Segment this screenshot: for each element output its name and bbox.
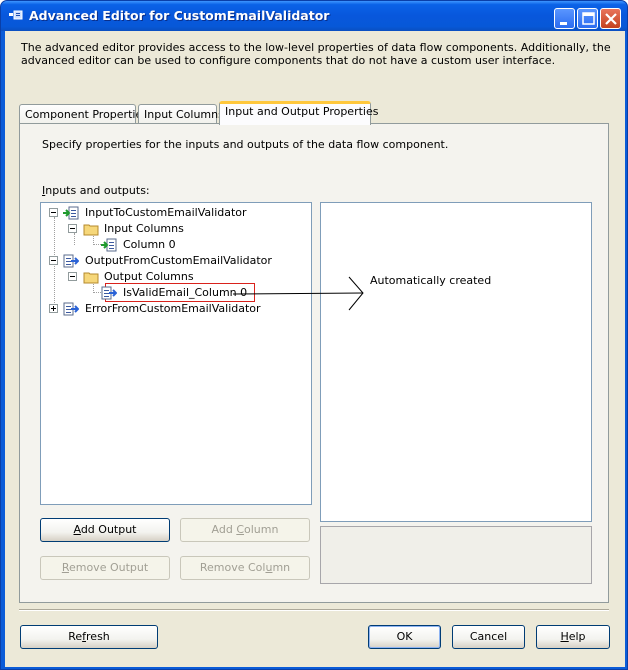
collapse-icon[interactable] (68, 272, 77, 281)
editor-description: The advanced editor provides access to t… (21, 41, 611, 67)
btn-text: resh (86, 630, 110, 643)
add-column-button[interactable]: Add Column (180, 518, 310, 542)
btn-text: Re (68, 630, 83, 643)
column-icon (101, 238, 117, 252)
remove-output-button[interactable]: Remove Output (40, 556, 170, 580)
add-output-button[interactable]: Add Output (40, 518, 170, 542)
cancel-button[interactable]: Cancel (452, 625, 525, 649)
tree-node-label: InputToCustomEmailValidator (85, 206, 247, 219)
close-icon (605, 13, 617, 25)
tree-node-label: OutputFromCustomEmailValidator (85, 254, 272, 267)
btn-text: dd Output (80, 523, 137, 536)
tree-node-label: Column 0 (123, 238, 176, 251)
tree-line (93, 244, 101, 245)
refresh-button[interactable]: Refresh (20, 625, 158, 649)
btn-text: elp (568, 630, 586, 643)
tab-input-output-properties[interactable]: Input and Output Properties (219, 101, 378, 125)
folder-icon (83, 224, 99, 236)
collapse-icon[interactable] (68, 224, 77, 233)
btn-text: emove Output (68, 561, 149, 574)
annotation-text: Automatically created (370, 274, 492, 287)
minimize-icon (560, 22, 567, 25)
inputs-outputs-tree[interactable]: InputToCustomEmailValidator Input Column… (40, 202, 312, 505)
btn-text: Remove Col (199, 561, 266, 574)
tree-node-error[interactable]: ErrorFromCustomEmailValidator (49, 301, 309, 317)
io-label-text: nputs and outputs: (45, 184, 150, 197)
btn-text: mn (272, 561, 291, 574)
minimize-button[interactable] (554, 8, 575, 29)
tree-node-column-0[interactable]: Column 0 (101, 237, 301, 253)
maximize-button[interactable] (577, 8, 598, 29)
app-icon (9, 10, 23, 20)
ok-button[interactable]: OK (368, 625, 441, 649)
tree-node-label: ErrorFromCustomEmailValidator (85, 302, 261, 315)
btn-accelerator: C (236, 523, 245, 536)
btn-accelerator: A (73, 523, 81, 536)
tree-node-input-columns[interactable]: Input Columns (68, 221, 308, 237)
btn-text: Add (211, 523, 237, 536)
tree-node-label: Input Columns (104, 222, 184, 235)
footer-separator (19, 609, 609, 611)
output-column-icon (101, 286, 117, 300)
tree-node-label: IsValidEmail_Column 0 (123, 286, 248, 299)
tree-node-isvalidemail-column[interactable]: IsValidEmail_Column 0 (101, 285, 301, 301)
dialog-client-area: The advanced editor provides access to t… (5, 31, 625, 667)
tree-node-output[interactable]: OutputFromCustomEmailValidator (49, 253, 309, 269)
expand-icon[interactable] (49, 304, 58, 313)
inputs-outputs-label: Inputs and outputs: (42, 184, 150, 197)
tree-line (93, 292, 101, 293)
panel-instruction: Specify properties for the inputs and ou… (42, 138, 449, 151)
tree-node-input[interactable]: InputToCustomEmailValidator (49, 205, 309, 221)
close-button[interactable] (600, 8, 621, 29)
tab-component-properties[interactable]: Component Properties (19, 104, 148, 124)
btn-accelerator: H (560, 630, 569, 643)
collapse-icon[interactable] (49, 256, 58, 265)
output-icon (63, 302, 79, 316)
folder-icon (83, 272, 99, 284)
property-description-pane (320, 526, 592, 584)
properties-grid[interactable] (320, 202, 592, 522)
input-icon (63, 206, 79, 220)
help-button[interactable]: Help (536, 625, 610, 649)
maximize-icon (582, 12, 595, 25)
collapse-icon[interactable] (49, 208, 58, 217)
remove-column-button[interactable]: Remove Column (180, 556, 310, 580)
btn-text: olumn (244, 523, 279, 536)
window-title: Advanced Editor for CustomEmailValidator (29, 8, 330, 23)
tree-node-label: Output Columns (104, 270, 194, 283)
btn-accelerator: R (61, 561, 69, 574)
tab-input-columns[interactable]: Input Columns (138, 104, 224, 124)
advanced-editor-window: Advanced Editor for CustomEmailValidator… (0, 0, 628, 670)
title-bar[interactable]: Advanced Editor for CustomEmailValidator (1, 1, 627, 31)
tab-panel: Specify properties for the inputs and ou… (19, 123, 609, 603)
output-icon (63, 254, 79, 268)
